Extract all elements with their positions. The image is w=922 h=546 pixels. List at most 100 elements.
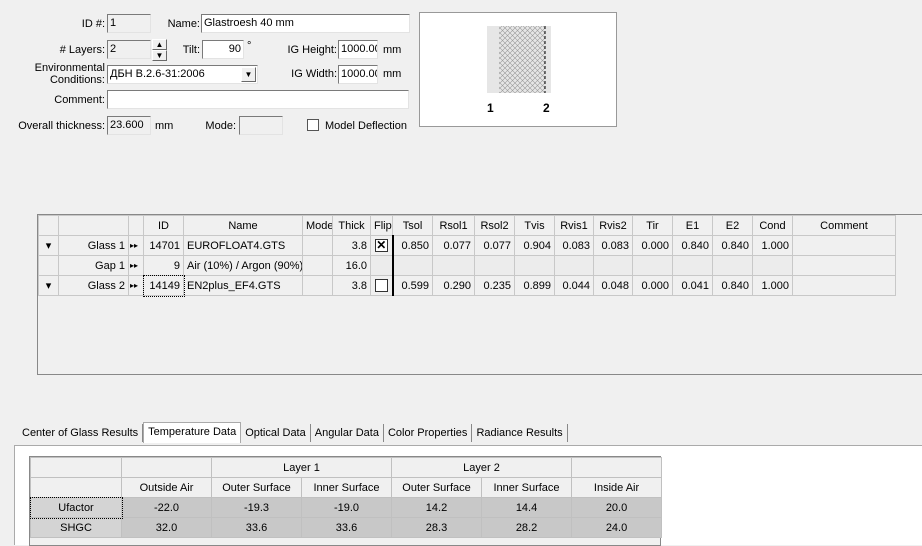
layer-mode[interactable] (302, 255, 333, 276)
flip-cell[interactable]: ✕ (370, 235, 394, 256)
ig-height-unit: mm (383, 44, 402, 56)
layer-id[interactable]: 14701 (143, 235, 184, 256)
column-header[interactable]: Mode (302, 215, 333, 236)
layer-thickness[interactable]: 3.8 (332, 235, 371, 256)
row-dropdown-button[interactable] (38, 255, 59, 276)
env-conditions-select[interactable]: ДБН В.2.6-31:2006 ▼ (107, 65, 258, 84)
preview-label-2: 2 (543, 101, 550, 115)
column-header[interactable]: Tsol (392, 215, 433, 236)
column-header[interactable]: Rsol1 (432, 215, 475, 236)
row-dropdown-button[interactable]: ▾ (38, 235, 59, 256)
ig-width-label: IG Width: (291, 68, 337, 80)
result-row: SHGC 32.0 33.6 33.6 28.3 28.2 24.0 (30, 517, 663, 538)
layer-comment[interactable] (792, 235, 896, 256)
column-header[interactable]: Thick (332, 215, 371, 236)
layer-row[interactable]: Gap 1▸▸9Air (10%) / Argon (90%) Mix 16.0 (38, 255, 896, 276)
column-header-row: Outside Air Outer Surface Inner Surface Out… (30, 477, 663, 498)
result-row: Ufactor -22.0 -19.3 -19.0 14.2 14.4 20.0 (29, 496, 663, 519)
env-conditions-value: ДБН В.2.6-31:2006 (110, 68, 205, 80)
thickness-unit: mm (155, 120, 174, 132)
tab-angular-data[interactable]: Angular Data (311, 424, 384, 442)
id-label: ID #: (81, 18, 105, 30)
layer-label: Glass 1 (58, 235, 129, 256)
layer-thickness[interactable]: 16.0 (332, 255, 371, 276)
layer-thickness[interactable]: 3.8 (332, 275, 371, 296)
layer-mode[interactable] (302, 235, 333, 256)
comment-input[interactable] (107, 90, 409, 109)
column-header[interactable]: Rvis1 (554, 215, 594, 236)
column-header[interactable]: Tir (632, 215, 673, 236)
flip-checkbox[interactable] (374, 279, 388, 292)
layers-down-button[interactable]: ▼ (152, 50, 167, 61)
tab-radiance-results[interactable]: Radiance Results (472, 424, 568, 442)
column-header[interactable]: E1 (672, 215, 713, 236)
optical-value: 0.840 (712, 275, 753, 296)
column-header[interactable]: Rsol2 (474, 215, 515, 236)
column-header[interactable]: ID (143, 215, 184, 236)
layer-row[interactable]: ▾ Glass 1 ▸▸ 14701 EUROFLOAT4.GTS 3.8 ✕ 0.850 0.… (38, 235, 896, 256)
optical-value: 0.044 (554, 275, 594, 296)
flip-cell[interactable] (370, 255, 394, 276)
library-arrow-icon[interactable]: ▸▸ (128, 255, 144, 276)
temperature-value: 28.2 (481, 517, 573, 538)
column-header: Inner Surface (300, 477, 393, 498)
layer-id[interactable]: 14149 (142, 274, 185, 297)
id-field: 1 (107, 14, 151, 33)
ig-height-input[interactable]: 1000.00 (338, 40, 378, 59)
library-arrow-icon[interactable]: ▸▸ (128, 235, 144, 256)
model-deflection-label[interactable]: Model Deflection (325, 120, 407, 133)
row-label[interactable]: Ufactor (29, 496, 123, 519)
flip-cell[interactable] (370, 275, 394, 296)
layer-comment[interactable] (792, 255, 896, 276)
column-header[interactable]: E2 (712, 215, 753, 236)
layer-comment[interactable] (792, 275, 896, 296)
column-header[interactable] (38, 215, 59, 236)
temperature-value: 28.3 (391, 517, 483, 538)
layers-input[interactable]: 2 (107, 40, 151, 59)
optical-value: 0.290 (432, 275, 475, 296)
column-header[interactable]: Tvis (514, 215, 555, 236)
temperature-value: 33.6 (211, 517, 302, 538)
tilt-input[interactable]: 90 (202, 40, 244, 59)
ig-width-input[interactable]: 1000.00 (338, 65, 378, 84)
tab-center-of-glass-results[interactable]: Center of Glass Results (18, 424, 144, 442)
column-header[interactable]: Rvis2 (593, 215, 633, 236)
optical-value (632, 255, 673, 276)
grid-header-row: ID Name Mode Thick Flip Tsol Rsol1 Rsol2 Tvis Rvi… (38, 215, 896, 236)
column-header[interactable] (58, 215, 129, 236)
layer-name[interactable]: EUROFLOAT4.GTS (183, 235, 303, 256)
name-input[interactable]: Glastroesh 40 mm (201, 14, 410, 33)
layer-name[interactable]: EN2plus_EF4.GTS (183, 275, 303, 296)
column-header: Outer Surface (211, 477, 302, 498)
flip-checkbox[interactable]: ✕ (374, 239, 388, 252)
layer-id[interactable]: 9 (143, 255, 184, 276)
layer-label: Glass 2 (58, 275, 129, 296)
layers-up-button[interactable]: ▲ (152, 39, 167, 50)
layers-grid: ID Name Mode Thick Flip Tsol Rsol1 Rsol2 Tvis Rvi… (37, 214, 922, 375)
layer-mode[interactable] (302, 275, 333, 296)
model-deflection-checkbox[interactable] (307, 119, 319, 131)
layer-2-header: Layer 2 (391, 457, 573, 478)
chevron-down-icon[interactable]: ▼ (241, 67, 256, 82)
column-header[interactable]: Flip (370, 215, 393, 236)
tab-temperature-data[interactable]: Temperature Data (143, 422, 242, 443)
column-header: Inside Air (571, 477, 663, 498)
column-header[interactable]: Name (183, 215, 303, 236)
optical-value: 0.083 (554, 235, 594, 256)
library-arrow-icon[interactable]: ▸▸ (128, 275, 144, 296)
layer-group-header-row: Layer 1 Layer 2 (30, 457, 663, 478)
env-label: Environmental Conditions: (34, 62, 105, 86)
row-label[interactable]: SHGC (30, 517, 122, 538)
column-header[interactable] (128, 215, 144, 236)
column-header[interactable]: Cond (752, 215, 793, 236)
layer-row[interactable]: ▾ Glass 2 ▸▸ 14149 EN2plus_EF4.GTS 3.8 0.599 0.… (38, 274, 896, 297)
column-header[interactable]: Comment (792, 215, 896, 236)
tab-optical-data[interactable]: Optical Data (241, 424, 311, 442)
optical-value: 0.899 (514, 275, 555, 296)
temperature-value: -19.0 (300, 497, 393, 518)
layer-name[interactable]: Air (10%) / Argon (90%) Mix (183, 255, 303, 276)
column-header: Outside Air (121, 477, 212, 498)
column-header: Inner Surface (481, 477, 573, 498)
tab-color-properties[interactable]: Color Properties (384, 424, 473, 442)
row-dropdown-button[interactable]: ▾ (38, 275, 59, 296)
